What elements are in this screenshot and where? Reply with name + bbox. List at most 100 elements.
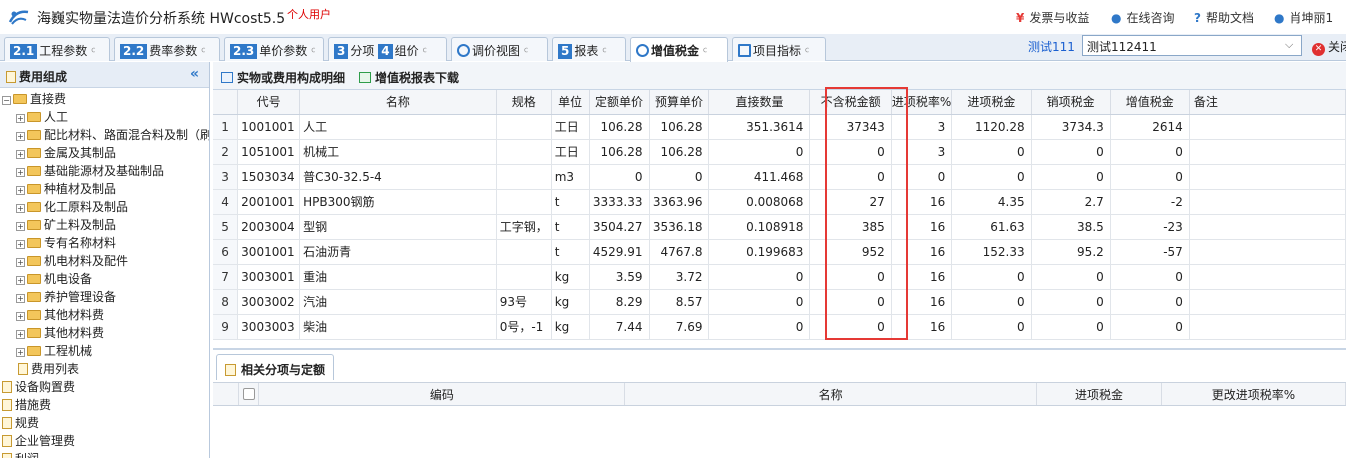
expand-node-icon[interactable]: + [16, 294, 25, 303]
table-cell[interactable]: 0 [708, 314, 811, 340]
table-cell[interactable]: 95.2 [1031, 239, 1111, 265]
table-cell[interactable]: 7.44 [589, 314, 650, 340]
table-cell[interactable]: 0 [708, 289, 811, 315]
tree-item[interactable]: + 养护管理设备 [16, 288, 116, 306]
table-cell[interactable]: 7.69 [649, 314, 710, 340]
table-cell[interactable]: 0.199683 [708, 239, 811, 265]
table-cell[interactable] [496, 114, 552, 140]
table-cell[interactable]: 3001001 [237, 239, 301, 265]
table-cell[interactable]: 柴油 [299, 314, 497, 340]
tree-item[interactable]: 设备购置费 [2, 378, 75, 396]
table-cell[interactable]: 0 [1110, 264, 1190, 290]
column-header[interactable]: 单位 [551, 90, 590, 115]
table-cell[interactable] [1189, 189, 1346, 215]
table-cell[interactable]: 普C30-32.5-4 [299, 164, 497, 190]
close-button[interactable]: ✕关闭 [1312, 38, 1346, 56]
table-cell[interactable]: 3003003 [237, 314, 301, 340]
expand-node-icon[interactable]: + [16, 222, 25, 231]
column-header[interactable] [213, 90, 239, 115]
pin-icon[interactable]: ꟲ [423, 47, 427, 58]
tab-vat[interactable]: 增值税金 ꟲ [630, 37, 728, 62]
table-cell[interactable]: 3.72 [649, 264, 710, 290]
table-cell[interactable]: 3 [891, 114, 953, 140]
tab-project-params[interactable]: 2.1 工程参数 ꟲ [4, 37, 110, 61]
pin-icon[interactable]: ꟲ [703, 47, 707, 58]
table-cell[interactable]: 37343 [809, 114, 892, 140]
table-cell[interactable]: 2001001 [237, 189, 301, 215]
tree-item[interactable]: 费用列表 [18, 360, 79, 378]
tree-item[interactable]: 企业管理费 [2, 432, 75, 450]
table-cell[interactable] [1189, 214, 1346, 240]
table-cell[interactable]: 工日 [551, 139, 590, 165]
tree-item[interactable]: 规费 [2, 414, 39, 432]
tree-item[interactable]: + 其他材料费 [16, 306, 104, 324]
table-cell[interactable]: -2 [1110, 189, 1190, 215]
table-cell[interactable] [1189, 314, 1346, 340]
table-cell[interactable]: 1051001 [237, 139, 301, 165]
table-cell[interactable]: 0 [809, 264, 892, 290]
table-row[interactable]: 8 3003002 汽油 93号 kg 8.29 8.57 0 0 16 0 0 0 [213, 289, 1346, 315]
table-cell[interactable]: 952 [809, 239, 892, 265]
table-cell[interactable]: 3003001 [237, 264, 301, 290]
tab-adjust-view[interactable]: 调价视图 ꟲ [451, 37, 548, 61]
table-cell[interactable]: 0.008068 [708, 189, 811, 215]
table-cell[interactable]: 0 [1031, 139, 1111, 165]
table-cell[interactable]: 0 [649, 164, 710, 190]
user-account[interactable]: ● 肖坤丽1 [1274, 9, 1333, 26]
table-cell[interactable]: 工日 [551, 114, 590, 140]
table-cell[interactable]: 152.33 [951, 239, 1032, 265]
table-cell[interactable]: t [551, 239, 590, 265]
collapse-node-icon[interactable]: − [2, 96, 11, 105]
table-cell[interactable]: 0 [951, 264, 1032, 290]
table-cell[interactable] [496, 264, 552, 290]
table-cell[interactable]: 0 [708, 264, 811, 290]
table-cell[interactable]: kg [551, 289, 590, 315]
expand-node-icon[interactable]: + [16, 330, 25, 339]
table-cell[interactable]: 4529.91 [589, 239, 650, 265]
table-cell[interactable]: 型钢 [299, 214, 497, 240]
expand-node-icon[interactable]: + [16, 258, 25, 267]
column-header[interactable]: 不含税金额 [809, 90, 892, 115]
table-cell[interactable]: t [551, 189, 590, 215]
table-cell[interactable]: 0 [951, 289, 1032, 315]
column-header[interactable]: 代号 [237, 90, 301, 115]
column-header[interactable]: 预算单价 [649, 90, 710, 115]
table-cell[interactable]: 石油沥青 [299, 239, 497, 265]
table-cell[interactable]: 385 [809, 214, 892, 240]
chevron-down-icon[interactable]: ⌵ [1285, 38, 1293, 52]
table-cell[interactable]: 0 [1031, 264, 1111, 290]
table-cell[interactable]: 0 [891, 164, 953, 190]
table-cell[interactable]: 0 [1031, 164, 1111, 190]
table-cell[interactable]: 106.28 [649, 139, 710, 165]
tab-items-pricing[interactable]: 3 分项 4 组价 ꟲ [328, 37, 447, 61]
expand-node-icon[interactable]: + [16, 114, 25, 123]
table-cell[interactable]: 93号 [496, 289, 552, 315]
table-cell[interactable] [496, 164, 552, 190]
table-cell[interactable]: 0 [951, 314, 1032, 340]
table-cell[interactable]: 27 [809, 189, 892, 215]
expand-node-icon[interactable]: + [16, 276, 25, 285]
table-cell[interactable]: 106.28 [589, 139, 650, 165]
table-cell[interactable]: 411.468 [708, 164, 811, 190]
table-cell[interactable]: 8.29 [589, 289, 650, 315]
expand-node-icon[interactable]: + [16, 204, 25, 213]
table-cell[interactable]: 16 [891, 214, 953, 240]
table-cell[interactable] [1189, 164, 1346, 190]
table-cell[interactable]: 0 [809, 314, 892, 340]
table-cell[interactable]: 61.63 [951, 214, 1032, 240]
table-cell[interactable]: 2614 [1110, 114, 1190, 140]
table-cell[interactable]: 3003002 [237, 289, 301, 315]
tab-project-indicators[interactable]: 项目指标 ꟲ [732, 37, 826, 61]
table-cell[interactable]: 106.28 [589, 114, 650, 140]
pin-icon[interactable]: ꟲ [311, 47, 315, 58]
table-cell[interactable]: 16 [891, 189, 953, 215]
table-row[interactable]: 6 3001001 石油沥青 t 4529.91 4767.8 0.199683 952 16 1… [213, 239, 1346, 265]
table-row[interactable]: 4 2001001 HPB300钢筋 t 3333.33 3363.96 0.008068 2… [213, 189, 1346, 215]
tree-item[interactable]: + 金属及其制品 [16, 144, 116, 162]
table-cell[interactable]: 0 [708, 139, 811, 165]
column-header[interactable]: 备注 [1189, 90, 1346, 115]
table-cell[interactable]: kg [551, 314, 590, 340]
column-header[interactable]: 销项税金 [1031, 90, 1111, 115]
table-cell[interactable]: 16 [891, 289, 953, 315]
table-cell[interactable]: 0 [589, 164, 650, 190]
